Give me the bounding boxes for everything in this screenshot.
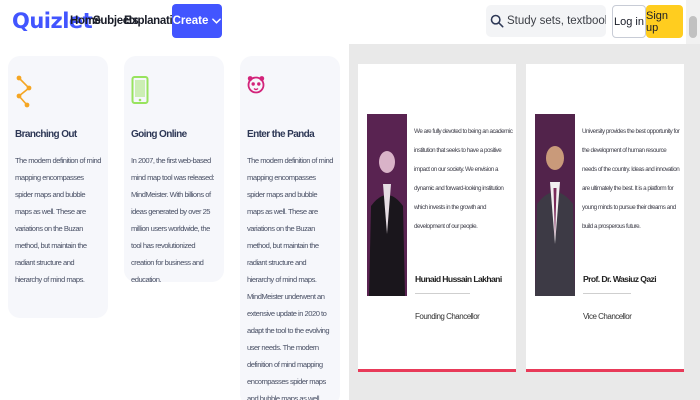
profile-card-founder: We are fully devoted to being an academi… (358, 64, 516, 372)
tablet-icon (131, 76, 149, 104)
feature-body: The modern definition of mind mapping en… (15, 156, 101, 284)
search-icon (490, 14, 504, 28)
name-divider (583, 293, 631, 294)
person-photo-icon (367, 114, 407, 296)
feature-card-online: Going Online In 2007, the first web-base… (124, 56, 224, 284)
profile-role: Vice Chancellor (583, 312, 632, 321)
scrollbar-thumb[interactable] (689, 16, 697, 38)
feature-body: In 2007, the first web-based mind map to… (131, 156, 215, 284)
card-accent-bar (358, 369, 516, 372)
feature-body: The modern definition of mind mapping en… (247, 156, 333, 400)
chevron-down-icon (212, 18, 222, 24)
profile-card-vice-chancellor: University provides the best opportunity… (526, 64, 684, 372)
profile-photo (535, 114, 575, 296)
create-label: Create (172, 15, 209, 27)
name-divider (415, 293, 470, 294)
profile-name: Prof. Dr. Wasiuz Qazi (583, 274, 657, 284)
profiles-panel: We are fully devoted to being an academi… (349, 44, 700, 400)
search-bar[interactable] (486, 5, 606, 37)
feature-card-panda: Enter the Panda The modern definition of… (240, 56, 340, 400)
person-photo-icon (535, 114, 575, 296)
top-navbar: Quizlet Home Subjects Explanations Creat… (0, 0, 700, 44)
create-button[interactable]: Create (172, 4, 222, 38)
search-input[interactable] (507, 15, 606, 27)
branch-icon (16, 75, 32, 108)
profile-name: Hunaid Hussain Lakhani (415, 274, 502, 284)
profile-quote: We are fully devoted to being an academi… (414, 128, 513, 230)
profile-quote: University provides the best opportunity… (582, 128, 680, 230)
feature-title: Going Online (131, 129, 187, 140)
feature-title: Branching Out (15, 129, 77, 140)
profile-role: Founding Chancellor (415, 312, 480, 321)
signup-button[interactable]: Sign up (646, 5, 683, 38)
card-accent-bar (526, 369, 684, 372)
login-button[interactable]: Log in (612, 5, 646, 38)
profile-photo (367, 114, 407, 296)
feature-card-branching: Branching Out The modern definition of m… (8, 56, 108, 318)
feature-title: Enter the Panda (247, 129, 315, 140)
panda-icon (247, 76, 265, 94)
